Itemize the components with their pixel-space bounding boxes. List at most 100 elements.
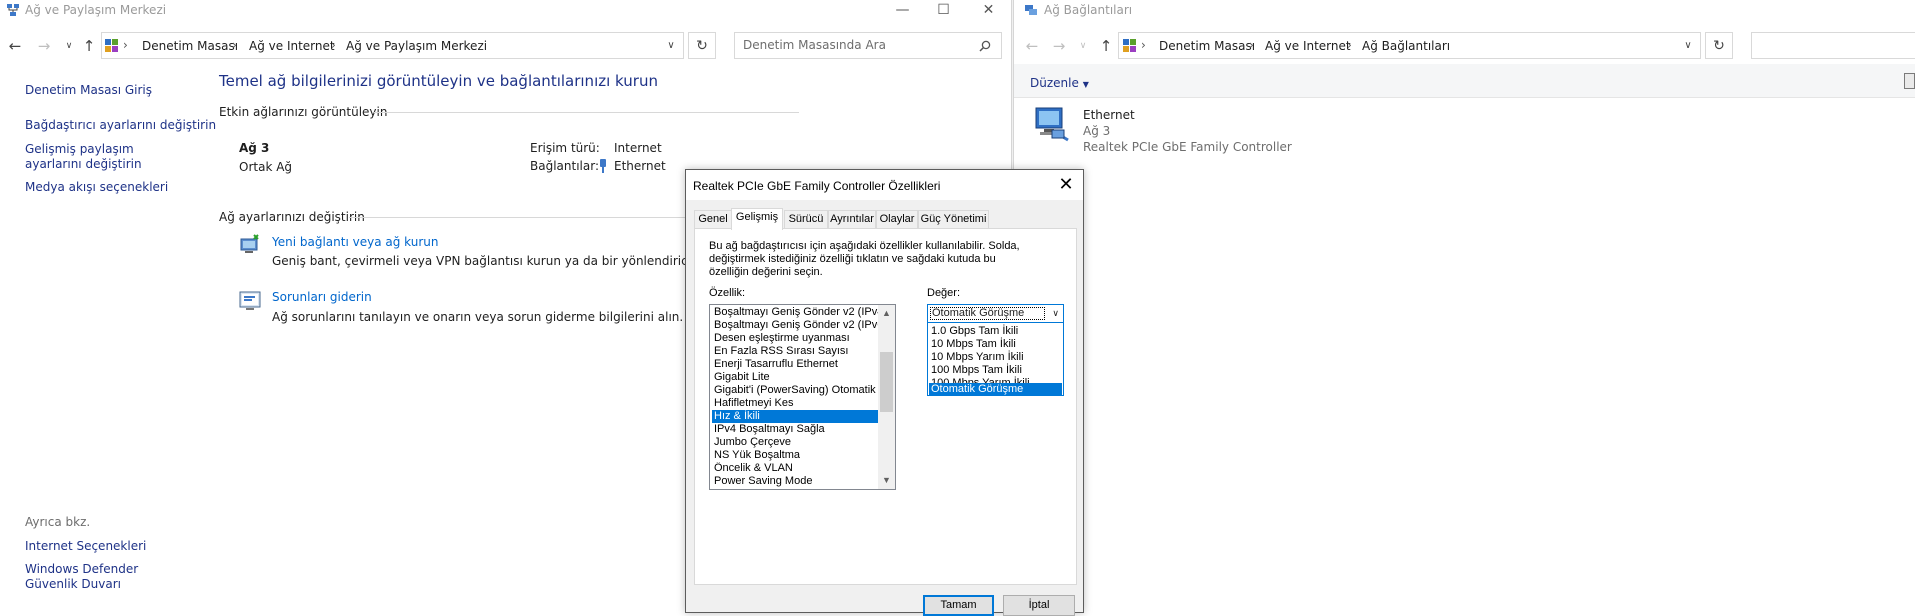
back-arrow-icon[interactable]: ←	[1021, 30, 1043, 62]
list-item-selected[interactable]: Hız & İkili	[712, 410, 880, 423]
ethernet-connection-link[interactable]: Ethernet	[614, 159, 666, 173]
list-item[interactable]: Power Saving Mode	[712, 475, 880, 488]
refresh-icon[interactable]: ↻	[1708, 30, 1730, 62]
list-item[interactable]: Enerji Tasarruflu Ethernet	[712, 358, 880, 371]
list-item[interactable]: Desen eşleştirme uyanması	[712, 332, 880, 345]
network-connections-icon	[1025, 5, 1037, 15]
advanced-tab-panel: Bu ağ bağdaştırıcısı için aşağıdaki özel…	[694, 228, 1077, 585]
close-icon[interactable]: ✕	[1049, 170, 1083, 200]
ethernet-adapter-icon[interactable]	[1032, 104, 1072, 144]
value-label: Değer:	[927, 287, 961, 299]
ethernet-plug-icon	[600, 159, 606, 173]
up-arrow-icon[interactable]: ↑	[1095, 30, 1117, 62]
property-list[interactable]: Boşaltmayı Geniş Gönder v2 (IPv4) Boşalt…	[709, 304, 896, 490]
close-icon[interactable]: ✕	[966, 0, 1011, 22]
breadcrumb-separator-icon: ›	[1141, 38, 1146, 52]
dialog-title: Realtek PCIe GbE Family Controller Özell…	[693, 179, 941, 193]
scrollbar-thumb[interactable]	[880, 352, 893, 412]
title-bar: Ağ Bağlantıları	[1014, 0, 1915, 22]
search-input[interactable]	[1751, 32, 1915, 59]
see-also-heading: Ayrıca bkz.	[25, 515, 91, 529]
organize-label: Düzenle	[1030, 76, 1079, 90]
breadcrumb-control-panel[interactable]: Denetim Masası	[1159, 30, 1255, 62]
list-item[interactable]: Gigabit Lite	[712, 371, 880, 384]
minimize-icon[interactable]: —	[880, 0, 925, 22]
dropdown-option[interactable]: 100 Mbps Tam İkili	[929, 364, 1062, 377]
tab-events[interactable]: Olaylar	[876, 210, 918, 229]
troubleshoot-link[interactable]: Sorunları giderin	[272, 290, 372, 304]
new-connection-icon	[240, 234, 259, 253]
list-item[interactable]: En Fazla RSS Sırası Sayısı	[712, 345, 880, 358]
list-item[interactable]: Öncelik & VLAN	[712, 462, 880, 475]
forward-arrow-icon[interactable]: →	[33, 30, 55, 62]
access-type-value: Internet	[614, 141, 662, 155]
scroll-down-icon[interactable]: ▼	[878, 472, 895, 489]
recent-locations-chevron-icon[interactable]: ∨	[58, 30, 80, 62]
maximize-icon[interactable]: ☐	[921, 0, 966, 22]
dropdown-option-selected[interactable]: Otomatik Görüşme	[929, 383, 1062, 395]
dropdown-option[interactable]: 10 Mbps Tam İkili	[929, 338, 1062, 351]
organize-button[interactable]: Düzenle ▼	[1030, 76, 1089, 90]
breadcrumb-network-internet[interactable]: Ağ ve Internet	[249, 30, 335, 62]
adapter-properties-dialog: Realtek PCIe GbE Family Controller Özell…	[685, 169, 1084, 616]
breadcrumb-network-internet[interactable]: Ağ ve Internet	[1265, 30, 1351, 62]
adapter-network: Ağ 3	[1083, 124, 1111, 138]
tab-driver[interactable]: Sürücü	[784, 210, 828, 229]
list-item[interactable]: Gigabit'i (PowerSaving) Otomatik C	[712, 384, 880, 397]
dropdown-option[interactable]: 1.0 Gbps Tam İkili	[929, 325, 1062, 338]
access-type-label: Erişim türü:	[530, 141, 600, 155]
recent-locations-chevron-icon[interactable]: ∨	[1072, 30, 1094, 62]
breadcrumb-separator-icon: ›	[1347, 38, 1352, 52]
breadcrumb-separator-icon: ›	[123, 38, 128, 52]
value-combobox[interactable]: Otomatik Görüşme ∨	[927, 304, 1064, 323]
breadcrumb-separator-icon: ›	[1249, 38, 1254, 52]
new-connection-description: Geniş bant, çevirmeli veya VPN bağlantıs…	[272, 254, 748, 268]
breadcrumb-sharing-center[interactable]: Ağ ve Paylaşım Merkezi	[346, 30, 487, 62]
advanced-sharing-settings-link[interactable]: Gelişmiş paylaşım ayarlarını değiştirin	[25, 142, 190, 172]
list-item[interactable]: Boşaltmayı Geniş Gönder v2 (IPv6)	[712, 319, 880, 332]
divider	[349, 217, 685, 218]
active-networks-heading: Etkin ağlarınızı görüntüleyin	[219, 105, 388, 119]
property-label: Özellik:	[709, 287, 746, 299]
address-dropdown-chevron-icon[interactable]: ∨	[660, 30, 682, 62]
property-list-scrollbar[interactable]: ▲ ▼	[878, 305, 895, 489]
adapter-device: Realtek PCIe GbE Family Controller	[1083, 140, 1292, 154]
breadcrumb-control-panel[interactable]: Denetim Masası	[142, 30, 238, 62]
breadcrumb-network-connections[interactable]: Ağ Bağlantıları	[1362, 30, 1450, 62]
refresh-icon[interactable]: ↻	[691, 30, 713, 62]
tab-general[interactable]: Genel	[694, 210, 732, 229]
new-connection-link[interactable]: Yeni bağlantı veya ağ kurun	[272, 235, 438, 249]
change-settings-heading: Ağ ayarlarınızı değiştirin	[219, 210, 365, 224]
view-options-icon[interactable]	[1904, 73, 1915, 89]
chevron-down-icon[interactable]: ∨	[1052, 305, 1059, 322]
control-panel-icon	[1123, 39, 1136, 52]
list-item[interactable]: Boşaltmayı Geniş Gönder v2 (IPv4)	[712, 306, 880, 319]
up-arrow-icon[interactable]: ↑	[78, 30, 100, 62]
internet-options-link[interactable]: Internet Seçenekleri	[25, 539, 146, 554]
address-dropdown-chevron-icon[interactable]: ∨	[1677, 30, 1699, 62]
windows-defender-firewall-link[interactable]: Windows Defender Güvenlik Duvarı	[25, 562, 185, 592]
adapter-name[interactable]: Ethernet	[1083, 108, 1135, 122]
tab-details[interactable]: Ayrıntılar	[828, 210, 876, 229]
list-item[interactable]: Jumbo Çerçeve	[712, 436, 880, 449]
back-arrow-icon[interactable]: ←	[4, 30, 26, 62]
tab-power-management[interactable]: Güç Yönetimi	[918, 210, 989, 229]
list-item[interactable]: NS Yük Boşaltma	[712, 449, 880, 462]
value-selected: Otomatik Görüşme	[932, 307, 1025, 319]
change-adapter-settings-link[interactable]: Bağdaştırıcı ayarlarını değiştirin	[25, 118, 216, 133]
search-input[interactable]: Denetim Masasında Ara	[734, 32, 1002, 59]
network-center-icon	[7, 4, 19, 16]
scroll-up-icon[interactable]: ▲	[878, 305, 895, 322]
value-dropdown-list[interactable]: 1.0 Gbps Tam İkili 10 Mbps Tam İkili 10 …	[927, 322, 1064, 396]
address-bar-row: ← → ∨ ↑ › Denetim Masası › Ağ ve Interne…	[1014, 30, 1915, 62]
control-panel-home-link[interactable]: Denetim Masası Giriş	[25, 83, 152, 98]
forward-arrow-icon[interactable]: →	[1048, 30, 1070, 62]
dropdown-option[interactable]: 10 Mbps Yarım İkili	[929, 351, 1062, 364]
divider	[374, 112, 799, 113]
media-streaming-options-link[interactable]: Medya akışı seçenekleri	[25, 180, 168, 195]
connections-label: Bağlantılar:	[530, 159, 599, 173]
list-item[interactable]: Hafifletmeyi Kes	[712, 397, 880, 410]
list-item[interactable]: IPv4 Boşaltmayı Sağla	[712, 423, 880, 436]
tab-advanced[interactable]: Gelişmiş	[731, 208, 783, 230]
search-icon[interactable]	[979, 40, 991, 52]
